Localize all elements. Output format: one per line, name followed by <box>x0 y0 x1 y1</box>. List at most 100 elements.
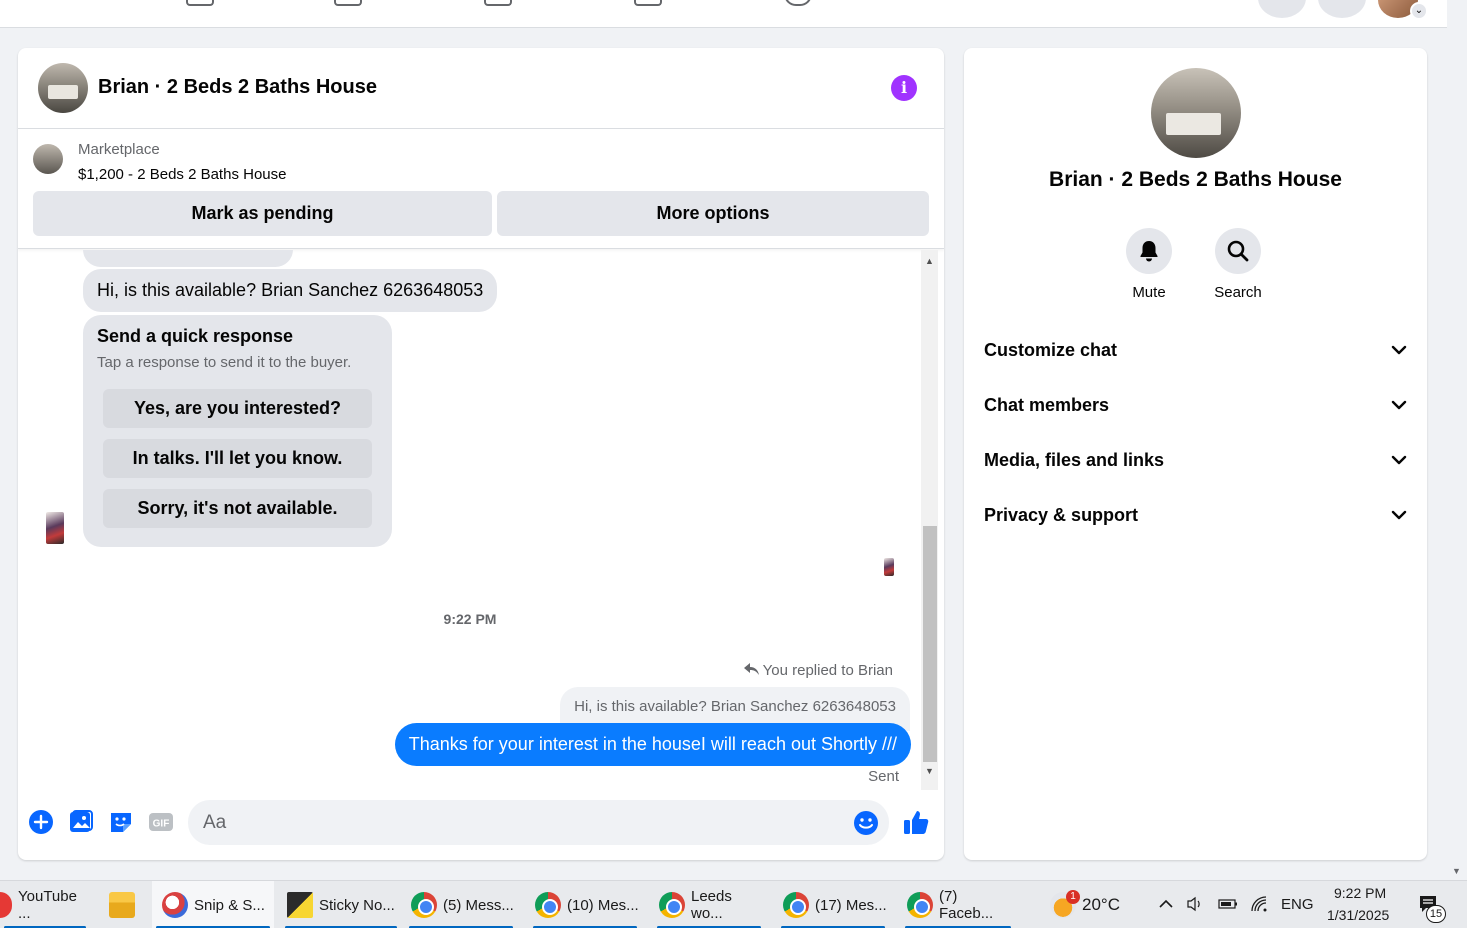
chevron-down-icon[interactable]: ⌄ <box>1410 2 1428 20</box>
chevron-down-icon <box>1391 400 1407 410</box>
section-label: Customize chat <box>984 340 1118 360</box>
chat-avatar[interactable] <box>38 63 88 113</box>
media-files-links-section[interactable]: Media, files and links <box>984 440 1407 480</box>
notifications-button[interactable] <box>1318 0 1366 18</box>
quick-response-not-available[interactable]: Sorry, it's not available. <box>103 489 372 528</box>
chat-header: Brian · 2 Beds 2 Baths House i <box>18 48 944 129</box>
chevron-up-icon[interactable] <box>1158 899 1174 909</box>
scroll-up-arrow-icon[interactable]: ▲ <box>925 256 934 266</box>
taskbar-sticky-notes[interactable]: Sticky No... <box>281 881 401 928</box>
taskbar-chrome-messenger-5[interactable]: (5) Mess... <box>405 881 517 928</box>
taskbar-label: (10) Mes... <box>567 896 639 914</box>
sender-avatar <box>46 512 64 544</box>
mark-as-pending-button[interactable]: Mark as pending <box>33 191 492 236</box>
section-label: Media, files and links <box>984 450 1165 470</box>
section-label: Chat members <box>984 395 1110 415</box>
more-options-button[interactable]: More options <box>497 191 929 236</box>
incoming-message: Hi, is this available? Brian Sanchez 626… <box>83 269 498 312</box>
temperature: 20°C <box>1082 895 1120 914</box>
chat-panel: Brian · 2 Beds 2 Baths House i Marketpla… <box>18 48 944 860</box>
bell-icon <box>1140 241 1158 262</box>
listing-title[interactable]: $1,200 - 2 Beds 2 Baths House <box>78 166 286 183</box>
notification-count-badge: 15 <box>1426 905 1446 923</box>
gif-icon[interactable]: GIF <box>148 809 174 835</box>
groups-icon[interactable] <box>784 0 812 6</box>
weather-widget[interactable]: 20°C <box>1050 881 1135 928</box>
chat-title[interactable]: Brian · 2 Beds 2 Baths House <box>98 76 377 99</box>
taskbar-snip-sketch[interactable]: Snip & S... <box>152 881 274 928</box>
reply-arrow-icon <box>743 662 759 679</box>
photo-icon[interactable] <box>68 809 94 835</box>
taskbar-chrome-messenger-17[interactable]: (17) Mes... <box>777 881 889 928</box>
message-list: Hi, is this available? Brian Sanchez 626… <box>18 250 944 790</box>
sticker-icon[interactable] <box>108 809 134 835</box>
message-timestamp: 9:22 PM <box>443 611 497 627</box>
taskbar-label: YouTube ... <box>18 888 77 922</box>
chrome-icon <box>535 892 561 918</box>
taskbar-chrome-messenger-10[interactable]: (10) Mes... <box>529 881 641 928</box>
scroll-down-arrow-icon[interactable]: ▼ <box>1452 866 1461 876</box>
privacy-support-section[interactable]: Privacy & support <box>984 495 1407 535</box>
info-title: Brian · 2 Beds 2 Baths House <box>1049 168 1342 191</box>
chevron-down-icon <box>1391 455 1407 465</box>
reply-indicator: You replied to Brian <box>743 662 893 679</box>
quick-response-card: Send a quick response Tap a response to … <box>83 315 392 547</box>
battery-icon[interactable] <box>1218 899 1238 909</box>
search-label: Search <box>1214 284 1262 301</box>
message-composer: GIF <box>18 790 944 860</box>
taskbar-label: (7) Faceb... <box>939 888 994 922</box>
reply-indicator-text: You replied to Brian <box>762 662 893 679</box>
chrome-icon <box>411 892 437 918</box>
marketplace-icon[interactable] <box>634 0 662 6</box>
friends-icon[interactable] <box>334 0 362 6</box>
weather-alert-badge: 1 <box>1066 890 1080 904</box>
taskbar-chrome-facebook[interactable]: (7) Faceb... <box>901 881 1015 928</box>
quick-response-title: Send a quick response <box>97 326 294 346</box>
wifi-icon[interactable] <box>1250 895 1268 913</box>
menu-grid-button[interactable] <box>1258 0 1306 18</box>
customize-chat-section[interactable]: Customize chat <box>984 330 1407 370</box>
quick-response-in-talks[interactable]: In talks. I'll let you know. <box>103 439 372 478</box>
taskbar-youtube[interactable]: YouTube ... <box>0 881 90 928</box>
speaker-icon[interactable] <box>1186 896 1204 912</box>
chat-members-section[interactable]: Chat members <box>984 385 1407 425</box>
chevron-down-icon <box>1391 510 1407 520</box>
message-scrollbar[interactable]: ▲ ▼ <box>921 250 938 790</box>
top-navigation-bar: ⌄ <box>0 0 1447 28</box>
taskbar-chrome-leeds[interactable]: Leeds wo... <box>653 881 765 928</box>
quick-response-subtitle: Tap a response to send it to the buyer. <box>97 354 352 371</box>
language-indicator[interactable]: ENG <box>1281 896 1314 913</box>
scrollbar-thumb[interactable] <box>923 526 937 762</box>
add-icon[interactable] <box>28 809 54 835</box>
emoji-icon[interactable] <box>853 810 879 836</box>
taskbar-label: (5) Mess... <box>443 896 514 914</box>
clock-time[interactable]: 9:22 PM <box>1334 885 1386 901</box>
home-icon[interactable] <box>186 0 214 6</box>
mute-button[interactable] <box>1126 228 1172 274</box>
taskbar-file-explorer[interactable] <box>96 881 148 928</box>
outgoing-message: Thanks for your interest in the houseI w… <box>394 723 911 766</box>
profile-avatar[interactable] <box>1151 68 1241 158</box>
message-status: Sent <box>868 768 899 785</box>
watch-icon[interactable] <box>484 0 512 6</box>
chat-info-panel: Brian · 2 Beds 2 Baths House Mute Search… <box>964 48 1427 860</box>
clock-date[interactable]: 1/31/2025 <box>1327 907 1389 923</box>
like-thumbs-up-icon[interactable] <box>902 808 930 836</box>
page-scrollbar[interactable]: ▼ <box>1447 0 1467 880</box>
info-icon[interactable]: i <box>891 75 917 101</box>
search-action[interactable]: Search <box>1198 228 1278 301</box>
chevron-down-icon <box>1391 345 1407 355</box>
scissors-icon <box>162 892 188 918</box>
listing-thumbnail[interactable] <box>33 144 63 174</box>
search-button[interactable] <box>1215 228 1261 274</box>
folder-icon <box>109 892 135 918</box>
mute-action[interactable]: Mute <box>1109 228 1189 301</box>
message-input[interactable] <box>188 800 889 845</box>
scroll-down-arrow-icon[interactable]: ▼ <box>925 766 934 776</box>
section-label: Privacy & support <box>984 505 1139 525</box>
taskbar-label: Sticky No... <box>319 896 395 914</box>
mute-label: Mute <box>1132 284 1166 301</box>
svg-text:GIF: GIF <box>153 819 170 830</box>
chrome-icon <box>907 892 933 918</box>
quick-response-interested[interactable]: Yes, are you interested? <box>103 389 372 428</box>
